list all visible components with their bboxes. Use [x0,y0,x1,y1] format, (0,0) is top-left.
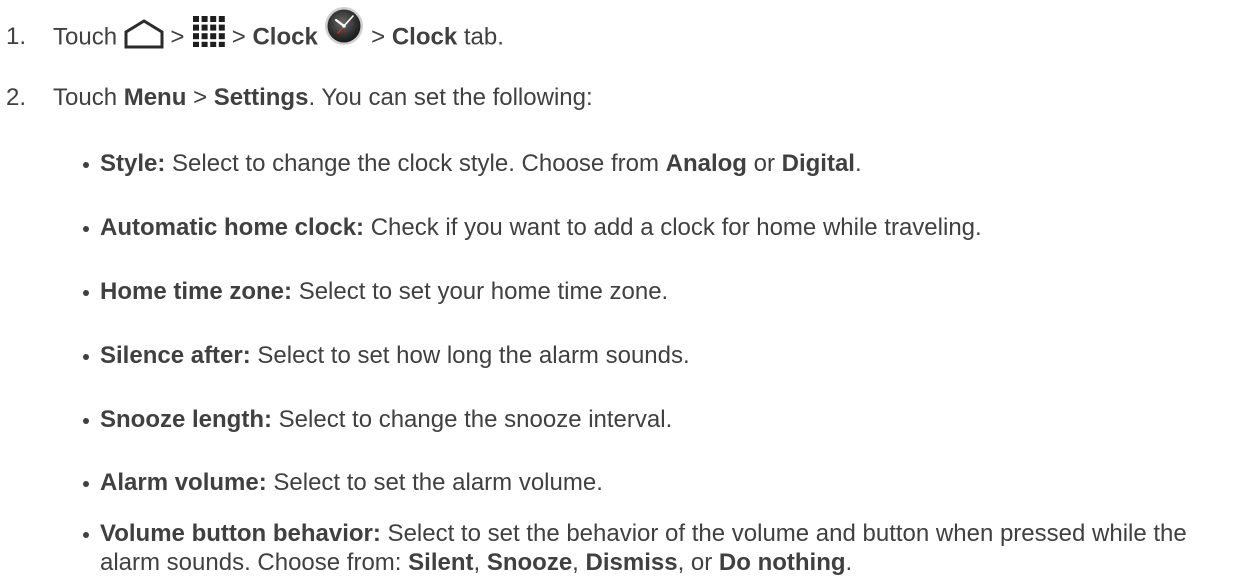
setting-term: Style: [100,150,166,177]
step-text: . You can set the following: [308,84,593,111]
bullet-icon [83,290,89,296]
separator: > [170,23,185,51]
apps-grid-cell [201,33,208,40]
setting-text: Select to set your home time zone. [292,278,669,305]
option-snooze: Snooze [486,549,573,576]
list-item: Alarm volume: Select to set the alarm vo… [83,468,1220,497]
bullet-icon [83,481,89,487]
list-item: Silence after: Select to set how long th… [83,341,1220,370]
setting-term: Home time zone: [100,278,293,305]
apps-grid-cell [218,41,225,48]
setting-term: Automatic home clock: [100,214,365,241]
bullet-icon [83,418,89,424]
step-text: Touch [53,84,118,111]
setting-text: Select to change the clock style. Choose… [165,150,666,177]
apps-grid-cell [218,33,225,40]
step-text: tab. [463,23,504,51]
list-item: Snooze length: Select to change the snoo… [83,405,1220,434]
menu-label: Menu [123,84,187,111]
separator: > [371,23,386,51]
setting-term: Volume button behavior: [100,520,381,547]
setting-text: . [854,150,862,177]
apps-grid-cell [201,16,208,22]
step-number: 2. [6,84,27,111]
apps-grid-cell [201,41,208,48]
clock-app-icon [324,6,364,46]
list-item: Automatic home clock: Check if you want … [83,213,1220,242]
apps-grid-cell [210,24,217,31]
apps-grid-cell [201,24,208,31]
bullet-icon [83,532,89,538]
apps-grid-cell [210,41,217,48]
apps-grid-cell [193,41,200,48]
clock-label: Clock [252,23,318,51]
step-number: 1. [6,23,27,51]
apps-grid-cell [218,24,225,31]
apps-grid-cell [218,16,225,22]
setting-text: Select to set the alarm volume. [266,469,603,496]
option-do-nothing: Do nothing [718,549,846,576]
document-page: 1. Touch > > Clock > Clock tab. 2. Touch… [0,0,1233,577]
apps-grid-cell [210,33,217,40]
separator: > [231,23,246,51]
step-text: Touch [53,23,118,51]
setting-text: . [845,549,853,576]
step-1: 1. Touch > > Clock > Clock tab. [6,7,504,58]
option-analog: Analog [665,150,747,177]
setting-text: , [572,549,586,576]
clock-tab-label: Clock [391,23,458,51]
setting-term: Alarm volume: [100,469,267,496]
bullet-icon [83,226,89,232]
bullet-icon [83,354,89,360]
setting-text: or [746,150,782,177]
bullet-icon [83,162,89,168]
separator: > [193,84,208,111]
setting-text: , [473,549,487,576]
home-icon [124,19,164,49]
setting-text: Select to change the snooze interval. [271,406,673,433]
setting-term: Snooze length: [100,406,272,433]
apps-grid-cell [210,16,217,22]
apps-grid-cell [193,16,200,22]
apps-grid-icon [191,15,225,48]
setting-text: , or [677,549,719,576]
setting-text: Check if you want to add a clock for hom… [364,214,982,241]
option-silent: Silent [408,549,474,576]
list-item: Style: Select to change the clock style.… [83,149,1220,178]
list-item: Volume button behavior: Select to set th… [83,519,1220,577]
setting-term: Silence after: [100,342,251,369]
option-digital: Digital [781,150,855,177]
setting-text: Select to set how long the alarm sounds. [250,342,690,369]
list-item: Home time zone: Select to set your home … [83,277,1220,306]
apps-grid-cell [193,33,200,40]
apps-grid-cell [193,24,200,31]
option-dismiss: Dismiss [585,549,678,576]
settings-label: Settings [213,84,309,111]
step-2: 2. Touch Menu > Settings. You can set the… [6,84,593,112]
